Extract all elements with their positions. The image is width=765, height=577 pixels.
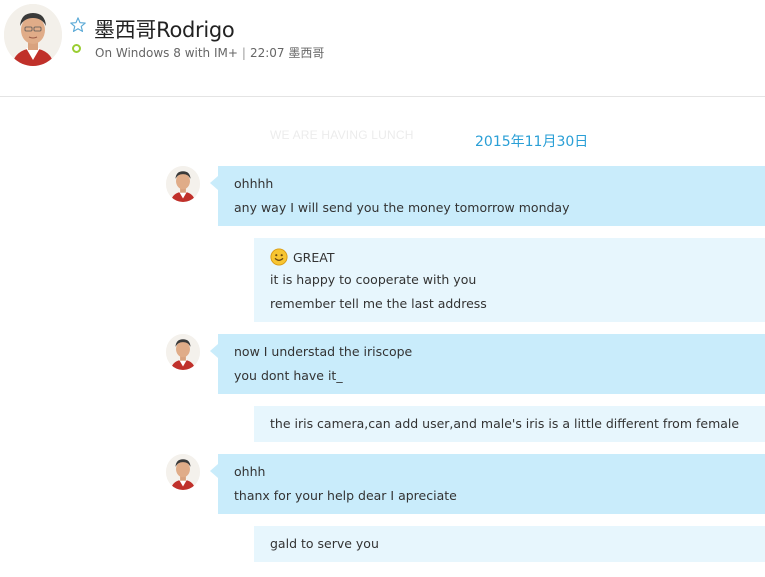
message-line: now I understad the iriscope xyxy=(234,344,413,359)
message-line: thanx for your help dear I apreciate xyxy=(234,488,457,503)
status-line: On Windows 8 with IM+ | 22:07 墨西哥 xyxy=(95,44,324,61)
outgoing-message[interactable]: the iris camera,can add user,and male's … xyxy=(254,406,765,442)
message-line: any way I will send you the money tomorr… xyxy=(234,200,570,215)
message-line: GREAT xyxy=(270,248,749,272)
message-line: it is happy to cooperate with you xyxy=(270,272,477,287)
message-line: ohhh xyxy=(234,464,266,479)
message-line: remember tell me the last address xyxy=(270,296,487,311)
message-line: gald to serve you xyxy=(270,536,379,551)
star-outline-icon[interactable] xyxy=(69,16,87,34)
last-seen-text: 22:07 墨西哥 xyxy=(249,46,325,60)
sender-avatar[interactable] xyxy=(166,334,200,370)
message-text: GREAT xyxy=(293,250,335,265)
message-line: the iris camera,can add user,and male's … xyxy=(270,416,740,431)
online-status-icon xyxy=(72,44,81,53)
outgoing-message[interactable]: GREAT it is happy to cooperate with you … xyxy=(254,238,765,322)
sender-avatar[interactable] xyxy=(166,166,200,202)
platform-text: On Windows 8 with IM+ xyxy=(95,46,238,60)
faded-background-text: WE ARE HAVING LUNCH xyxy=(270,128,414,142)
status-separator: | xyxy=(241,46,246,60)
smile-emoji-icon xyxy=(270,248,288,266)
date-divider: 2015年11月30日 xyxy=(475,134,589,150)
incoming-message[interactable]: ohhhh any way I will send you the money … xyxy=(210,166,765,226)
chat-header: 墨西哥Rodrigo On Windows 8 with IM+ | 22:07 墨… xyxy=(0,0,765,97)
message-line: you dont have it_ xyxy=(234,368,343,383)
contact-avatar[interactable] xyxy=(4,4,62,66)
contact-name: 墨西哥Rodrigo xyxy=(94,18,235,42)
outgoing-message[interactable]: gald to serve you xyxy=(254,526,765,562)
message-line: ohhhh xyxy=(234,176,274,191)
incoming-message[interactable]: ohhh thanx for your help dear I apreciat… xyxy=(210,454,765,514)
sender-avatar[interactable] xyxy=(166,454,200,490)
incoming-message[interactable]: now I understad the iriscope you dont ha… xyxy=(210,334,765,394)
